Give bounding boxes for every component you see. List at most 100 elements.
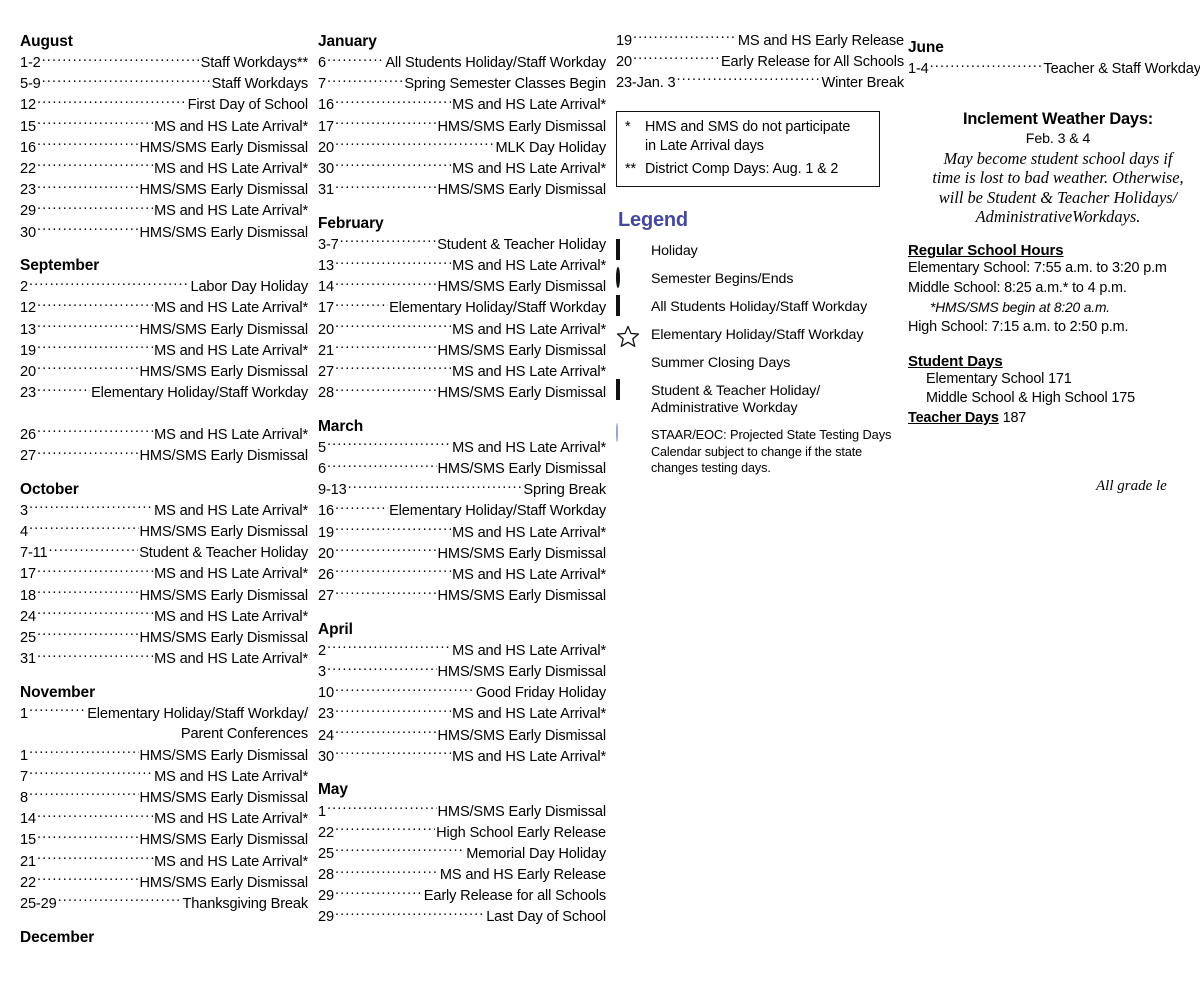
inclement-weather-heading: Inclement Weather Days: [962,109,1154,128]
event-date: 14 [20,811,36,828]
legend-item-label-line1: Student & Teacher Holiday/ [651,383,821,400]
calendar-event: 25 Memorial Day Holiday [318,843,606,864]
event-description: Elementary Holiday/Staff Workday [389,503,606,520]
event-description: Winter Break [821,74,904,91]
event-date: 26 [318,567,334,584]
event-description: Student & Teacher Holiday [139,545,308,562]
event-description: All Students Holiday/Staff Workday [385,55,606,72]
dot-leader [29,277,190,292]
dot-leader [37,424,153,439]
calendar-event: 13 HMS/SMS Early Dismissal [20,319,308,340]
event-description: Early Release for All Schools [720,53,904,70]
event-description: MS and HS Late Arrival* [154,427,308,443]
event-description: MS and HS Late Arrival* [154,118,308,135]
calendar-event: 12 First Day of School [20,95,308,116]
event-date: 14 [318,279,334,296]
event-date: 25-29 [20,895,57,912]
event-description: HMS/SMS Early Dismissal [437,385,607,402]
all-grade-levels-note: All grade le [1096,478,1167,494]
event-date: 30 [20,224,36,241]
calendar-event: 23 HMS/SMS Early Dismissal [20,180,308,201]
calendar-event: 14 MS and HS Late Arrival* [20,809,308,830]
december-continued-list: 19 MS and HS Early Release 20 Early Release… [616,30,904,94]
calendar-event: 15 MS and HS Late Arrival* [20,116,308,137]
event-date: 8 [20,790,28,807]
calendar-event: 8 HMS/SMS Early Dismissal [20,787,308,808]
event-description: MS and HS Late Arrival* [452,258,606,275]
event-description: Good Friday Holiday [475,685,606,702]
dot-leader [327,640,451,655]
dot-leader [37,649,153,664]
legend-item: All Students Holiday/Staff Workday [616,295,904,319]
month-title-january: January [318,33,377,50]
event-date: 5 [318,439,326,456]
calendar-event: 30 HMS/SMS Early Dismissal [20,222,308,243]
event-date: 20 [20,364,36,381]
event-date: 23-Jan. 3 [616,74,676,91]
event-date: 30 [318,161,334,178]
calendar-event: 9-13 Spring Break [318,480,606,501]
event-date: 21 [20,853,36,870]
single-asterisk-line2: in Late Arrival days [645,138,764,155]
calendar-event: 21 MS and HS Late Arrival* [20,851,308,872]
event-description: Spring Break [523,482,606,499]
double-asterisk-mark: ** [625,160,636,177]
event-date: 22 [318,824,334,841]
single-asterisk-mark: * [625,118,631,135]
dot-leader [37,361,139,376]
event-description: High School Early Release [436,824,606,841]
calendar-event: 23 Elementary Holiday/Staff Workday [20,383,308,404]
event-description: Elementary Holiday/Staff Workday [91,385,308,402]
calendar-event: 27 HMS/SMS Early Dismissal [318,586,606,607]
legend-item-label-line1: Holiday [651,243,698,260]
event-description: MS and HS Late Arrival* [154,502,308,519]
dot-leader [37,446,139,461]
calendar-event: 29 Early Release for all Schools [318,886,606,907]
event-description: HMS/SMS Early Dismissal [139,321,309,338]
event-description: MS and HS Late Arrival* [154,768,308,785]
event-description: First Day of School [187,97,309,114]
calendar-event: 1 HMS/SMS Early Dismissal [20,745,308,766]
calendar-event: 4 HMS/SMS Early Dismissal [20,521,308,542]
event-date: 16 [20,139,36,156]
event-date: 17 [318,118,334,135]
calendar-event: 20 HMS/SMS Early Dismissal [318,543,606,564]
dot-leader [335,256,451,271]
calendar-event: 2 Labor Day Holiday [20,277,308,298]
event-date: 20 [318,321,334,338]
dot-leader [37,137,139,152]
calendar-event: 26 MS and HS Late Arrival* [20,424,308,445]
calendar-event: 15 HMS/SMS Early Dismissal [20,830,308,851]
calendar-event: 7 MS and HS Late Arrival* [20,766,308,787]
school-hours-high: High School: 7:15 a.m. to 2:50 p.m. [908,318,1129,335]
event-date: 9-13 [318,482,347,499]
calendar-event: 22 MS and HS Late Arrival* [20,158,308,179]
legend-item: STAAR/EOC: Projected State Testing Days [616,422,904,446]
month-block-march: March 5 MS and HS Late Arrival* 6 HMS/SMS Ea… [318,419,606,607]
calendar-event: 20 MS and HS Late Arrival* [318,319,606,340]
dot-leader [37,383,90,398]
event-date: 23 [20,385,36,402]
event-description: HMS/SMS Early Dismissal [139,524,309,541]
event-description: MS and HS Late Arrival* [154,342,308,359]
event-date: 20 [318,139,334,156]
event-date: 24 [20,608,36,625]
dot-leader [335,180,437,195]
event-description: HMS/SMS Early Dismissal [139,630,309,646]
event-date: 27 [318,588,334,605]
calendar-event: 6 All Students Holiday/Staff Workday [318,53,606,74]
event-date: 20 [318,545,334,562]
month-block-december: December [20,930,308,946]
month-block-may: May 1 HMS/SMS Early Dismissal 22 High School… [318,782,606,928]
calendar-event: 29 MS and HS Late Arrival* [20,201,308,222]
calendar-event: 16 Elementary Holiday/Staff Workday [318,501,606,522]
calendar-event: 31 MS and HS Late Arrival* [20,649,308,670]
dot-leader [29,500,153,515]
dot-leader [37,585,139,600]
calendar-event: 29 Last Day of School [318,907,606,928]
event-date: 17 [20,566,36,583]
calendar-event: 28 HMS/SMS Early Dismissal [318,383,606,404]
dot-leader [37,298,153,313]
dot-leader [29,745,139,760]
event-date: 16 [318,503,334,520]
